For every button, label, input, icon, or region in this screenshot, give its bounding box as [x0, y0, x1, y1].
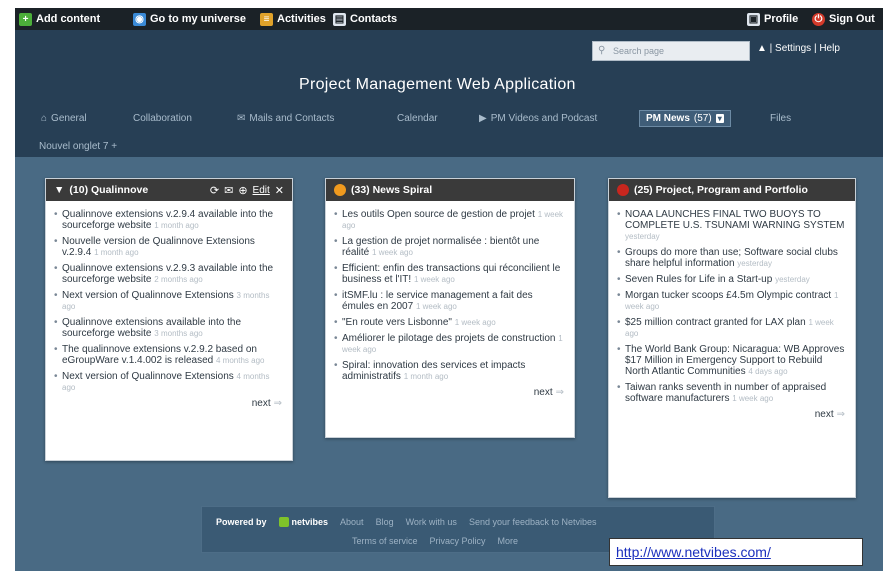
url-caption-link[interactable]: http://www.netvibes.com/ [609, 538, 863, 566]
tab-bar: ⌂ General Collaboration ✉ Mails and Cont… [15, 110, 883, 132]
powered-by-label: Powered by [216, 517, 267, 527]
list-item[interactable]: Qualinnove extensions v.2.9.4 available … [54, 209, 282, 231]
tab-files[interactable]: Files [770, 113, 791, 124]
footer-link-terms[interactable]: Terms of service [352, 536, 418, 546]
list-item[interactable]: Morgan tucker scoops £4.5m Olympic contr… [617, 290, 845, 312]
next-link[interactable]: next ⇒ [625, 409, 845, 420]
footer-link-feedback[interactable]: Send your feedback to Netvibes [469, 517, 597, 527]
globe-icon: ◉ [133, 12, 146, 26]
refresh-icon[interactable]: ⟳ [210, 184, 219, 197]
list-item[interactable]: Améliorer le pilotage des projets de con… [334, 333, 564, 355]
widget-qualinnove: ▼ (10) Qualinnove ⟳ ✉ ⊕ Edit ✕ Qualinnov… [45, 178, 293, 461]
tab-pm-videos[interactable]: ▶ PM Videos and Podcast [479, 113, 597, 124]
list-item[interactable]: Groups do more than use; Software social… [617, 247, 845, 269]
widget-header[interactable]: ▼ (10) Qualinnove ⟳ ✉ ⊕ Edit ✕ [46, 179, 292, 201]
tab-collaboration[interactable]: Collaboration [133, 113, 192, 124]
go-universe-button[interactable]: ◉ Go to my universe [133, 11, 246, 27]
list-item[interactable]: Next version of Qualinnove Extensions 3 … [54, 290, 282, 312]
contacts-icon: ▤ [333, 12, 346, 26]
footer-link-privacy[interactable]: Privacy Policy [430, 536, 486, 546]
header: ⚲ Search page ▲ | Settings | Help Projec… [15, 30, 883, 157]
sign-out-button[interactable]: ⏻ Sign Out [812, 11, 875, 27]
search-icon: ⚲ [598, 45, 606, 56]
widget-news-spiral: (33) News Spiral Les outils Open source … [325, 178, 575, 438]
page-title: Project Management Web Application [299, 76, 576, 93]
list-item[interactable]: Spiral: innovation des services et impac… [334, 360, 564, 382]
settings-help-links[interactable]: ▲ | Settings | Help [757, 43, 840, 54]
netvibes-icon [278, 517, 289, 527]
list-item[interactable]: Qualinnove extensions v.2.9.3 available … [54, 263, 282, 285]
edit-link[interactable]: Edit [253, 185, 270, 196]
tab-pm-news[interactable]: PM News (57) ▾ [639, 110, 731, 127]
contacts-button[interactable]: ▤ Contacts [333, 11, 397, 27]
mail-icon: ✉ [237, 113, 246, 124]
footer-link-more[interactable]: More [498, 536, 519, 546]
add-content-button[interactable]: + Add content [19, 11, 100, 27]
list-item[interactable]: itSMF.lu : le service management a fait … [334, 290, 564, 312]
tab-general[interactable]: ⌂ General [41, 113, 87, 124]
widget-header[interactable]: (33) News Spiral [326, 179, 574, 201]
tab-mails-contacts[interactable]: ✉ Mails and Contacts [237, 113, 334, 124]
top-toolbar: + Add content ◉ Go to my universe ≡ Acti… [15, 8, 883, 30]
list-item[interactable]: NOAA LAUNCHES FINAL TWO BUOYS TO COMPLET… [617, 209, 845, 242]
tab-new-tab-7[interactable]: Nouvel onglet 7 + [39, 141, 117, 152]
search-input[interactable]: ⚲ Search page [592, 41, 750, 61]
chevron-down-icon[interactable]: ▾ [715, 114, 724, 123]
feed-icon [617, 184, 629, 196]
list-item[interactable]: Qualinnove extensions available into the… [54, 317, 282, 339]
share-icon[interactable]: ⊕ [238, 184, 247, 197]
profile-button[interactable]: ▣ Profile [747, 11, 798, 27]
list-item[interactable]: Les outils Open source de gestion de pro… [334, 209, 564, 231]
footer-link-about[interactable]: About [340, 517, 364, 527]
power-icon: ⏻ [812, 12, 825, 26]
next-link[interactable]: next ⇒ [62, 398, 282, 409]
list-item[interactable]: The qualinnove extensions v.2.9.2 based … [54, 344, 282, 366]
tab-calendar[interactable]: Calendar [397, 113, 438, 124]
plus-icon: + [19, 12, 32, 26]
list-item[interactable]: Next version of Qualinnove Extensions 4 … [54, 371, 282, 393]
collapse-triangle-icon[interactable]: ▼ [54, 184, 64, 196]
browser-frame: + Add content ◉ Go to my universe ≡ Acti… [15, 8, 883, 571]
next-link[interactable]: next ⇒ [342, 387, 564, 398]
netvibes-logo[interactable]: netvibes [278, 517, 328, 527]
list-item[interactable]: Efficient: enfin des transactions qui ré… [334, 263, 564, 285]
close-icon[interactable]: ✕ [275, 184, 284, 197]
widget-header[interactable]: (25) Project, Program and Portfolio [609, 179, 855, 201]
list-item[interactable]: Taiwan ranks seventh in number of apprai… [617, 382, 845, 404]
list-item[interactable]: Seven Rules for Life in a Start-up yeste… [617, 274, 845, 285]
mail-icon[interactable]: ✉ [224, 184, 233, 197]
list-item[interactable]: La gestion de projet normalisée : bientô… [334, 236, 564, 258]
feed-icon [334, 184, 346, 196]
list-item[interactable]: Nouvelle version de Qualinnove Extension… [54, 236, 282, 258]
home-icon: ⌂ [41, 113, 48, 124]
widget-project-program-portfolio: (25) Project, Program and Portfolio NOAA… [608, 178, 856, 498]
footer-link-blog[interactable]: Blog [376, 517, 394, 527]
video-icon: ▶ [479, 113, 487, 124]
list-item[interactable]: $25 million contract granted for LAX pla… [617, 317, 845, 339]
footer-link-work[interactable]: Work with us [406, 517, 457, 527]
profile-icon: ▣ [747, 12, 760, 26]
activities-icon: ≡ [260, 12, 273, 26]
list-item[interactable]: The World Bank Group: Nicaragua: WB Appr… [617, 344, 845, 377]
activities-button[interactable]: ≡ Activities [260, 11, 326, 27]
list-item[interactable]: "En route vers Lisbonne" 1 week ago [334, 317, 564, 328]
